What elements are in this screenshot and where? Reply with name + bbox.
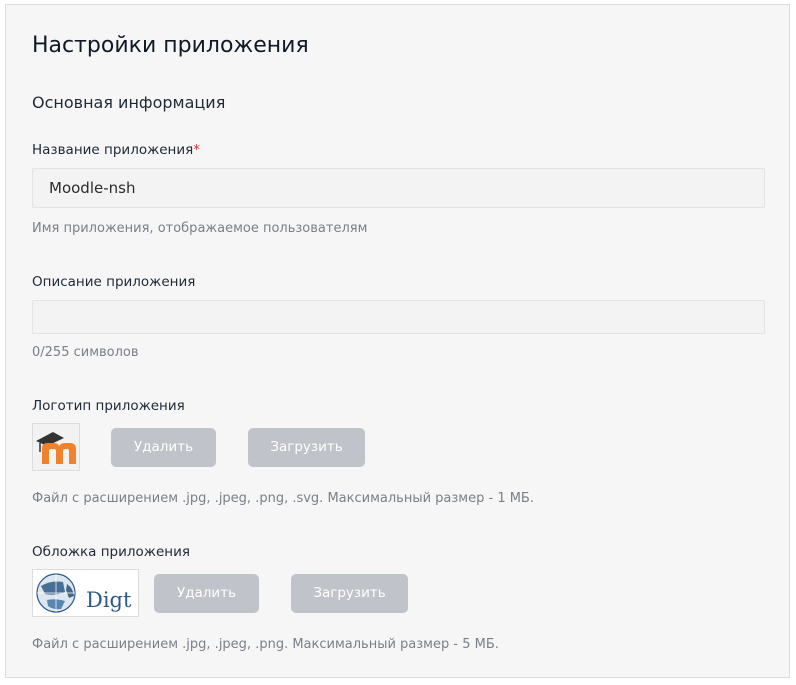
description-field-label: Описание приложения: [32, 274, 196, 290]
name-field-label: Название приложения*: [32, 141, 200, 159]
cover-delete-button[interactable]: Удалить: [154, 574, 259, 613]
required-mark: *: [193, 142, 201, 158]
name-field-hint: Имя приложения, отображаемое пользовател…: [32, 221, 368, 236]
cover-image-text: Digt: [86, 588, 132, 612]
app-description-input[interactable]: [32, 300, 765, 334]
description-counter: 0/255 символов: [32, 345, 139, 360]
logo-image-text: m: [33, 424, 34, 425]
logo-thumbnail: m: [32, 423, 80, 471]
digt-logo-icon: Digt: [36, 573, 132, 613]
logo-upload-button[interactable]: Загрузить: [248, 428, 365, 467]
logo-label: Логотип приложения: [32, 398, 185, 414]
cover-thumbnail: Digt: [32, 569, 139, 617]
app-name-input[interactable]: [32, 168, 765, 208]
page-title: Настройки приложения: [32, 33, 309, 58]
cover-label: Обложка приложения: [32, 544, 190, 560]
moodle-logo-icon: m: [33, 424, 76, 464]
settings-panel: Настройки приложения Основная информация…: [5, 4, 790, 678]
logo-hint: Файл с расширением .jpg, .jpeg, .png, .s…: [32, 491, 534, 506]
cover-upload-button[interactable]: Загрузить: [291, 574, 408, 613]
name-field-label-text: Название приложения: [32, 142, 194, 158]
section-title: Основная информация: [32, 93, 226, 112]
cover-hint: Файл с расширением .jpg, .jpeg, .png. Ма…: [32, 637, 499, 652]
logo-delete-button[interactable]: Удалить: [111, 428, 216, 467]
